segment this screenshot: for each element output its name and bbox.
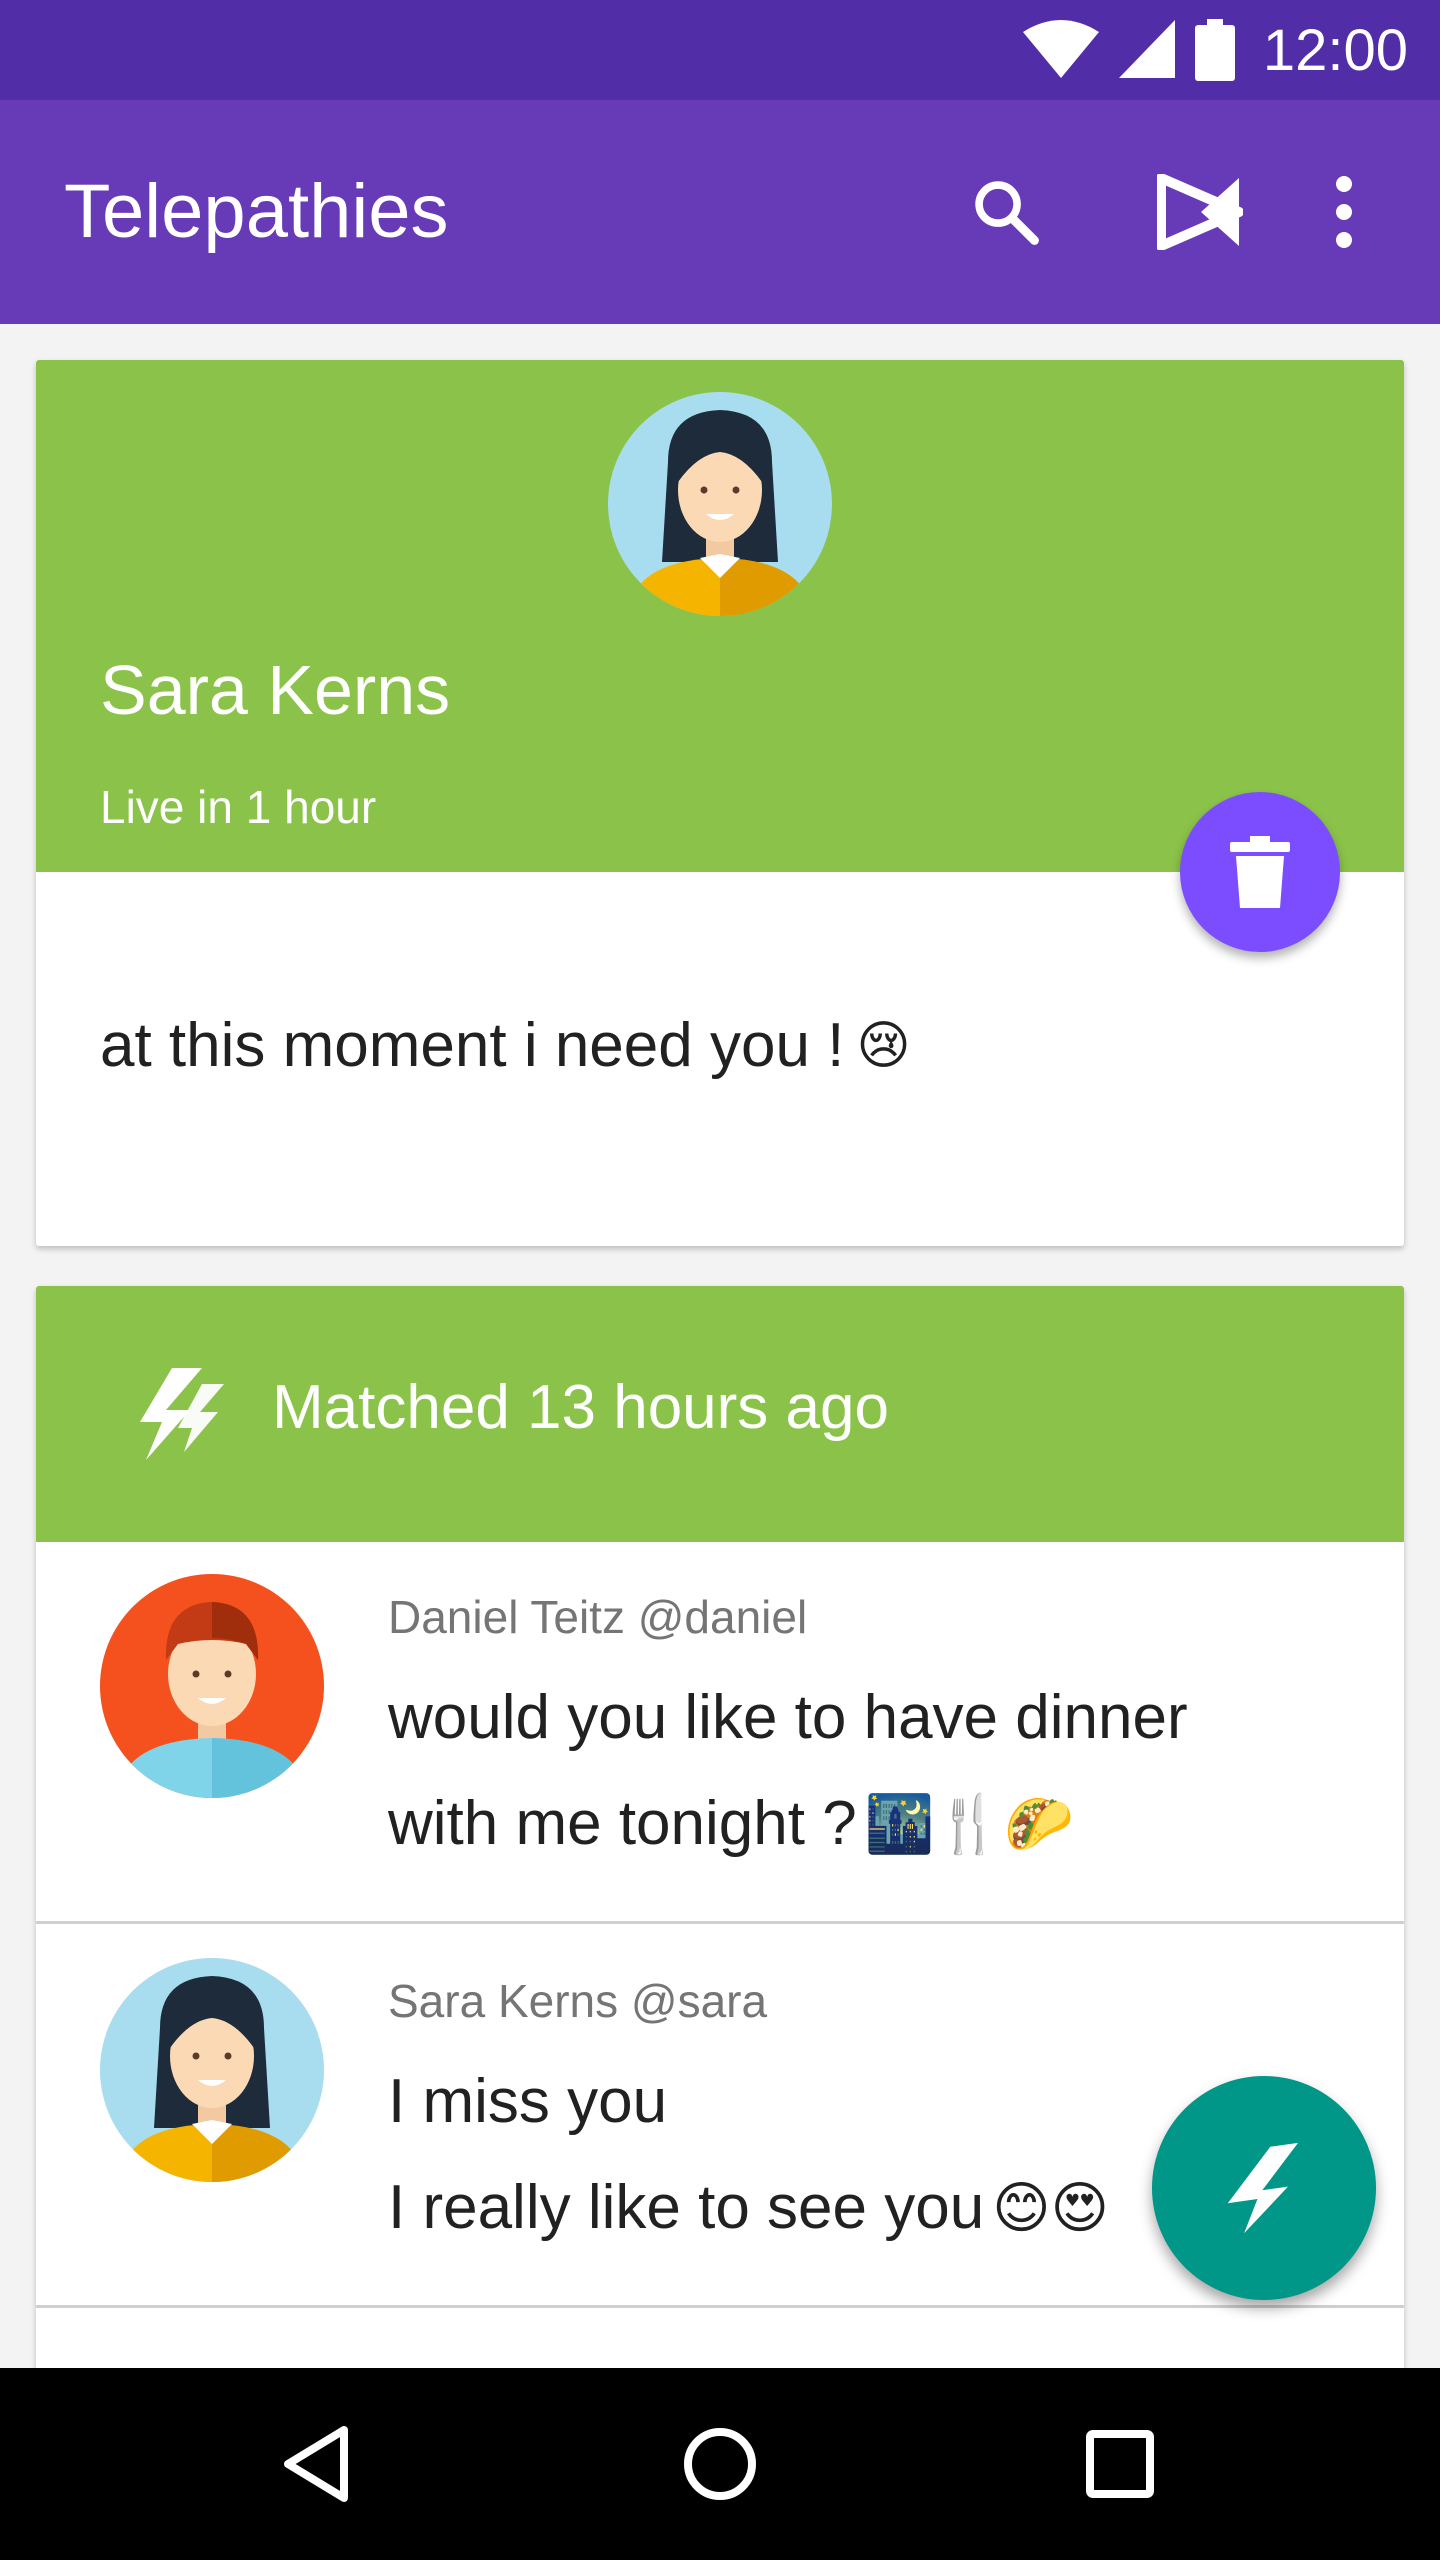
signal-icon xyxy=(1118,20,1175,78)
more-vert-icon xyxy=(1336,176,1352,248)
search-icon xyxy=(975,181,1039,245)
delete-button[interactable] xyxy=(1180,792,1340,952)
trash-icon xyxy=(1230,836,1290,908)
match-card-header: Matched 13 hours ago xyxy=(36,1286,1404,1542)
crying-emoji: 😢 xyxy=(856,1016,911,1075)
telepathy-spark-icon xyxy=(140,1368,224,1460)
home-icon xyxy=(684,2428,756,2500)
nav-recents-button[interactable] xyxy=(1072,2416,1168,2512)
dinner-emojis: 🌃🍴🌮 xyxy=(864,1791,1074,1855)
live-card[interactable]: Sara Kerns Live in 1 hour at this moment… xyxy=(36,360,1404,1246)
search-button[interactable] xyxy=(950,156,1062,268)
message-author: Sara Kerns @sara xyxy=(388,1975,768,2027)
avatar-sara xyxy=(608,392,832,616)
recents-icon xyxy=(1086,2430,1154,2498)
wifi-icon xyxy=(1022,20,1099,78)
message-text-part: with me tonight ? xyxy=(388,1789,857,1858)
smile-emojis: 😊😍 xyxy=(992,2175,1109,2239)
status-time: 12:00 xyxy=(1262,17,1408,83)
app-bar: Telepathies xyxy=(0,100,1440,324)
app-title: Telepathies xyxy=(64,169,449,254)
back-icon xyxy=(284,2426,348,2502)
message-author: Daniel Teitz @daniel xyxy=(388,1591,808,1643)
message-text-part: I really like to see you xyxy=(388,2173,985,2242)
avatar-sara xyxy=(100,1958,324,2182)
message-text: I miss you xyxy=(388,2067,668,2136)
live-card-header: Sara Kerns Live in 1 hour xyxy=(36,360,1404,872)
battery-icon xyxy=(1194,19,1235,81)
live-card-name: Sara Kerns xyxy=(100,651,451,729)
message-text-line2: I really like to see you 😊😍 xyxy=(388,2172,1109,2243)
send-telepathy-button[interactable] xyxy=(1152,2076,1376,2300)
nav-home-button[interactable] xyxy=(672,2416,768,2512)
message-row[interactable]: Daniel Teitz @daniel would you like to h… xyxy=(36,1542,1404,1924)
system-nav-bar xyxy=(0,2368,1440,2560)
avatar-daniel xyxy=(100,1574,324,1798)
telepathy-logo-icon xyxy=(1157,174,1243,250)
live-card-message-text: at this moment i need you ! xyxy=(100,1011,845,1080)
live-card-message: at this moment i need you ! 😢 xyxy=(100,1010,911,1081)
live-card-subtitle: Live in 1 hour xyxy=(100,781,377,833)
lightning-icon xyxy=(1227,2142,1299,2234)
message-text: would you like to have dinner xyxy=(388,1683,1188,1752)
status-bar: 12:00 xyxy=(0,0,1440,100)
match-header-text: Matched 13 hours ago xyxy=(272,1373,889,1442)
nav-back-button[interactable] xyxy=(272,2416,368,2512)
telepathy-logo-button[interactable] xyxy=(1144,156,1256,268)
message-text-line2: with me tonight ? 🌃🍴🌮 xyxy=(388,1788,1074,1859)
more-options-button[interactable] xyxy=(1288,156,1400,268)
